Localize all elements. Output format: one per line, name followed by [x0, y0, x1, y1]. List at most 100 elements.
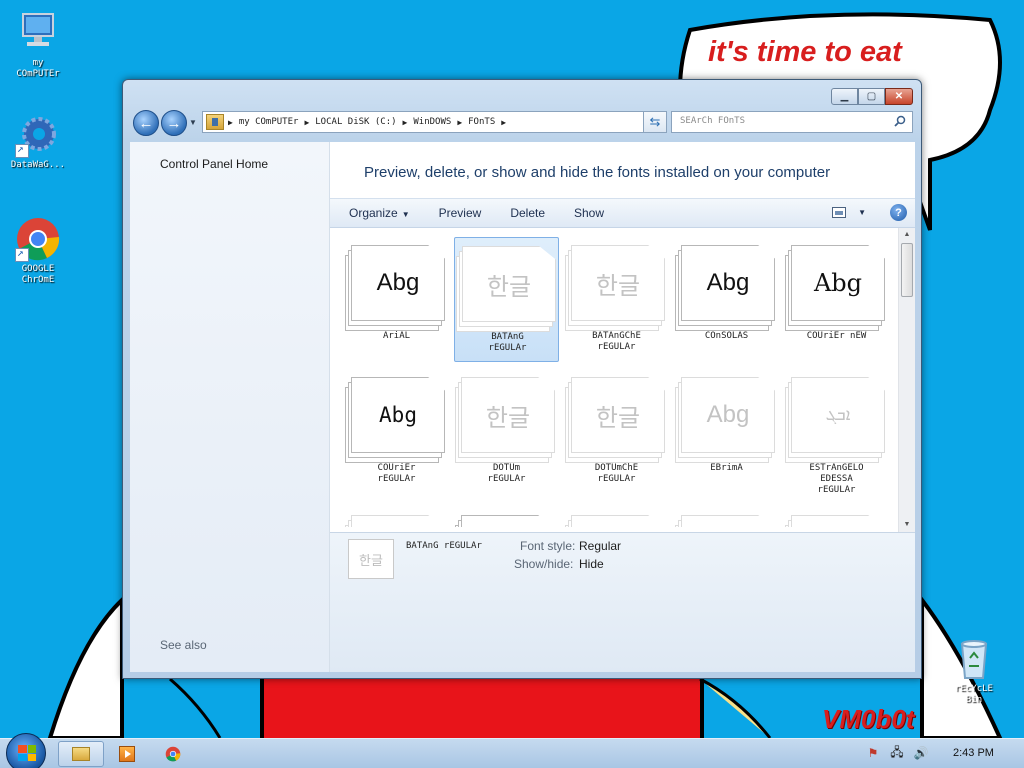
wallpaper-caption: it's time to eat [708, 36, 902, 68]
font-tile[interactable]: అఆక GAUTAmi [564, 507, 669, 527]
organize-button[interactable]: Organize ▼ [349, 206, 410, 220]
see-also-heading: See also [160, 638, 207, 652]
font-tile[interactable]: Abg COUriEr rEGULAr [344, 369, 449, 494]
font-name: BATAnG rEGULAr [488, 332, 527, 353]
forward-button[interactable]: → [161, 110, 187, 136]
change-view-icon[interactable] [832, 207, 847, 218]
desktop-icon-my-computer[interactable]: my COmPUTEr [0, 10, 76, 80]
start-button[interactable] [6, 733, 46, 768]
scroll-thumb[interactable] [901, 243, 913, 297]
font-tile[interactable]: ᐊᓂᒥ EUPhEmiA rEGULAr [344, 507, 449, 527]
font-sample-text: Abg [706, 269, 750, 296]
font-document-icon: 한글 [675, 515, 775, 527]
font-document-icon: Abg [675, 245, 775, 331]
font-sample-text: Abg [813, 269, 863, 297]
help-icon[interactable]: ? [890, 204, 907, 221]
font-tile[interactable]: Abg COUriEr nEW [784, 237, 889, 362]
show-button[interactable]: Show [574, 206, 604, 220]
font-sample-text: ܐܒܓ [825, 405, 851, 424]
maximize-icon: ▢ [866, 91, 877, 102]
fonts-folder-icon [206, 114, 224, 130]
address-bar[interactable]: ▶ my COmPUTEr ▶ LOCAL DiSK (C:) ▶ WinDOW… [202, 111, 664, 133]
fonts-explorer-window: ▁ ▢ ✕ ← → ▼ ▶ my COmPUTEr ▶ LOCAL DiSK (… [122, 79, 922, 679]
font-sample-text: 한글 [595, 404, 641, 432]
details-pane: 한글 BATAnG rEGULAr Font style: Regular Sh… [330, 532, 915, 672]
breadcrumb-local-disk[interactable]: LOCAL DiSK (C:) [315, 117, 396, 127]
font-sample-text: 한글 [595, 272, 641, 300]
desktop-icon-label: DataWaG... [10, 160, 66, 170]
chevron-right-icon: ▶ [501, 117, 507, 127]
desktop-icon-label: my COmPUTEr [16, 58, 60, 79]
command-bar: Organize ▼ Preview Delete Show ▼ ? [330, 198, 915, 228]
font-document-icon: 한글 [565, 245, 665, 331]
font-tile[interactable]: 한글 DOTUm rEGULAr [454, 369, 559, 494]
font-document-icon: Abg [675, 377, 775, 463]
view-options-chevron-icon[interactable]: ▼ [858, 208, 866, 217]
font-sample-text: 한글 [486, 273, 532, 301]
font-tile[interactable]: 한글 BATAnG rEGULAr [454, 237, 559, 362]
font-tile[interactable]: 한글 GULimChE rEGULAr [784, 507, 889, 527]
font-tile[interactable]: 한글 DOTUmChE rEGULAr [564, 369, 669, 494]
font-style-label: Font style: [520, 539, 576, 553]
font-tile[interactable]: Abg COnSOLAS [674, 237, 779, 362]
refresh-icon: ⇆ [649, 114, 661, 129]
refresh-button[interactable]: ⇆ [643, 111, 667, 133]
network-icon[interactable]: 🖧 [890, 745, 904, 760]
font-document-icon: Abg [455, 515, 555, 527]
font-tile[interactable]: Abg EBrimA [674, 369, 779, 494]
recycle-bin-icon [951, 636, 997, 682]
font-tile[interactable]: 한글 BATAnGChE rEGULAr [564, 237, 669, 362]
scroll-down-icon[interactable]: ▼ [899, 518, 915, 532]
font-document-icon: Abg [785, 245, 885, 331]
watermark: VM0b0t [822, 704, 915, 734]
arrow-left-icon: ← [138, 114, 154, 132]
volume-icon[interactable]: 🔊 [914, 746, 929, 760]
taskbar-explorer-button[interactable] [58, 741, 104, 767]
font-name: DOTUm rEGULAr [487, 463, 526, 484]
desktop-icon-google-chrome[interactable]: GOOGLE ChrOmE [0, 216, 76, 286]
vertical-scrollbar[interactable]: ▲ ▼ [898, 228, 915, 532]
font-sample-text: Abg [376, 269, 420, 296]
search-input[interactable]: SEArCh FOnTS [671, 111, 913, 133]
breadcrumb-fonts[interactable]: FOnTS [468, 117, 495, 127]
page-title: Preview, delete, or show and hide the fo… [364, 164, 831, 181]
action-center-flag-icon[interactable]: ⚑ [866, 746, 880, 760]
breadcrumb-windows[interactable]: WinDOWS [413, 117, 451, 127]
font-name: COUriEr nEW [806, 331, 867, 341]
back-button[interactable]: ← [133, 110, 159, 136]
font-document-icon: ܐܒܓ [785, 377, 885, 463]
breadcrumb-my-computer[interactable]: my COmPUTEr [239, 117, 299, 127]
font-name: BATAnGChE rEGULAr [592, 331, 641, 352]
font-name: EBrimA [710, 463, 743, 473]
close-button[interactable]: ✕ [885, 88, 913, 105]
taskbar-chrome-button[interactable] [150, 741, 196, 767]
font-name: AriAL [382, 331, 411, 341]
font-tile[interactable]: ܐܒܓ ESTrAnGELO EDESSA rEGULAr [784, 369, 889, 495]
maximize-button[interactable]: ▢ [858, 88, 885, 105]
details-font-thumbnail: 한글 [348, 539, 394, 579]
font-tile[interactable]: Abg AriAL [344, 237, 449, 362]
desktop-icon-label: rEcYcLE Bin [955, 684, 993, 705]
navigation-pane: Control Panel Home See also [130, 142, 330, 672]
font-tile[interactable]: 한글 GULim rEGULAr [674, 507, 779, 527]
gear-icon [15, 112, 61, 158]
scroll-up-icon[interactable]: ▲ [899, 228, 915, 242]
font-name: DOTUmChE rEGULAr [594, 463, 639, 484]
control-panel-home-link[interactable]: Control Panel Home [160, 157, 268, 171]
desktop-icon-recycle-bin[interactable]: rEcYcLE Bin [936, 636, 1012, 706]
preview-button[interactable]: Preview [439, 206, 482, 220]
search-icon[interactable] [894, 115, 906, 127]
details-font-name: BATAnG rEGULAr [406, 541, 482, 551]
chevron-right-icon: ▶ [457, 117, 463, 127]
font-grid: Abg AriAL 한글 BATAnG rEGULAr 한글 BATAnGChE… [344, 237, 894, 527]
delete-button[interactable]: Delete [510, 206, 545, 220]
taskbar-clock[interactable]: 2:43 PM [953, 747, 994, 759]
taskbar-media-player-button[interactable] [104, 741, 150, 767]
taskbar: ⚑ 🖧 🔊 2:43 PM [0, 733, 1024, 768]
font-tile[interactable]: Abg FiXEDSYS rEGULAr [454, 507, 559, 527]
recent-pages-dropdown[interactable]: ▼ [189, 118, 197, 127]
minimize-button[interactable]: ▁ [831, 88, 858, 105]
desktop-icon-datawag[interactable]: DataWaG... [0, 112, 76, 171]
font-name: COnSOLAS [704, 331, 749, 341]
media-player-icon [119, 746, 135, 762]
